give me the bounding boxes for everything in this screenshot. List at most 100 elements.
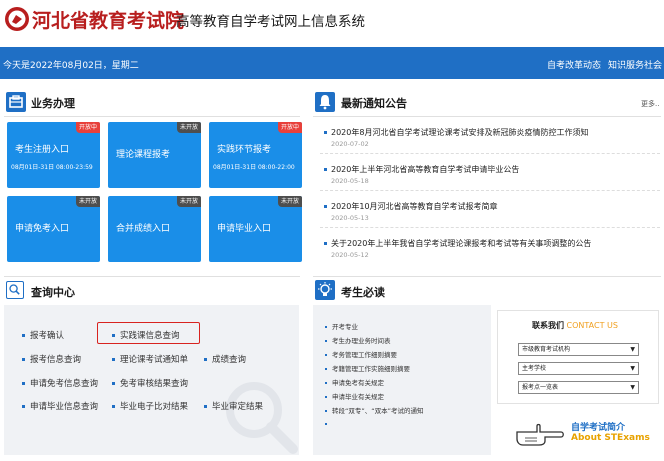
exam-link[interactable]: 转段“双专”、“双本”考试的通知 [325,405,423,415]
tile-label: 申请毕业入口 [217,224,272,234]
exam-authority-select[interactable]: 市级教育考试机构 ▼ [518,343,639,356]
notice-bullet [324,131,327,134]
query-link-label: 毕业电子比对结果 [120,402,189,412]
bullet [22,382,25,385]
magnifier-icon [6,281,24,299]
bullet [325,382,327,384]
pointing-hand-icon[interactable] [515,414,567,448]
bullet [325,354,327,356]
lightbulb-icon [315,280,335,300]
nav-link-knowledge-service[interactable]: 知识服务社会 [608,58,662,71]
exam-link[interactable] [325,420,332,428]
tile-label: 合并成绩入口 [116,224,171,234]
intro-link-en[interactable]: About STExams [571,433,650,443]
nav-link-reform-news[interactable]: 自考改革动态 [547,58,601,71]
bullet [325,410,327,412]
tile-graduation-application[interactable]: 未开放 申请毕业入口 [209,196,302,262]
exam-top-divider [313,276,661,277]
query-link-label: 报考确认 [30,331,65,341]
query-link-registration-confirm[interactable]: 报考确认 [22,329,64,341]
notice-link[interactable]: 2020年上半年河北省高等教育自学考试申请毕业公告 [331,164,519,175]
query-link-registration-info[interactable]: 报考信息查询 [22,353,81,365]
status-badge: 未开放 [76,196,100,207]
status-badge: 未开放 [278,196,302,207]
query-link-label: 免考审核结果查询 [120,379,189,389]
notice-separator [320,153,660,154]
tile-score-merge[interactable]: 未开放 合并成绩入口 [108,196,201,262]
exam-link-label: 考生办理业务时间表 [332,337,391,345]
notice-link[interactable]: 关于2020年上半年我省自学考试理论课报考和考试等有关事项调整的公告 [331,238,591,249]
registration-site-select[interactable]: 报考点一览表 ▼ [518,381,639,394]
org-name: 河北省教育考试院 [32,10,185,32]
notice-date: 2020-05-18 [331,177,369,185]
select-value: 市级教育考试机构 [522,346,571,353]
exam-authority-logo-icon [5,7,29,31]
business-section-icon [6,92,26,112]
query-link-exemption-info[interactable]: 申请免考信息查询 [22,377,98,389]
exam-link-label: 申请免考有关规定 [332,379,384,387]
chevron-down-icon: ▼ [630,346,635,353]
notice-separator [320,227,660,228]
tile-theory-course-registration[interactable]: 未开放 理论课程报考 [108,122,201,188]
exam-link[interactable]: 考务管理工作细则摘要 [325,349,397,359]
query-link-score[interactable]: 成绩查询 [204,353,246,365]
chevron-down-icon: ▼ [630,365,635,372]
status-badge: 开放中 [76,122,100,133]
tile-date: 08月01日-31日 08:00-22:00 [213,164,295,171]
notice-bullet [324,168,327,171]
query-link-label: 毕业审定结果 [212,402,264,412]
exam-link-label: 考籍管理工作实施细则摘要 [332,365,410,373]
notices-more-link[interactable]: 更多.. [641,99,659,109]
exam-link[interactable]: 申请免考有关规定 [325,377,384,387]
bullet [325,396,327,398]
query-top-divider [4,276,300,277]
bullet [22,334,25,337]
query-link-graduation-compare[interactable]: 毕业电子比对结果 [112,400,188,412]
query-link-theory-exam-notice[interactable]: 理论课考试通知单 [112,353,188,365]
notice-date: 2020-05-13 [331,214,369,222]
query-link-exemption-result[interactable]: 免考审核结果查询 [112,377,188,389]
tile-candidate-registration[interactable]: 开放中 考生注册入口 08月01日-31日 08:00-23:59 [7,122,100,188]
tile-date: 08月01日-31日 08:00-23:59 [11,164,93,171]
business-divider [4,116,300,117]
exam-link-label: 转段“双专”、“双本”考试的通知 [332,407,424,415]
exam-link[interactable]: 考籍管理工作实施细则摘要 [325,363,410,373]
tile-label: 实践环节报考 [217,145,272,155]
highlight-box [97,322,200,344]
notice-separator [320,190,660,191]
bell-icon [315,92,335,112]
query-section-title: 查询中心 [31,286,75,299]
exam-link-label: 开考专业 [332,323,358,331]
exam-link[interactable]: 申请毕业有关规定 [325,391,384,401]
host-school-select[interactable]: 主考学校 ▼ [518,362,639,375]
business-section-title: 业务办理 [31,97,75,110]
contact-title-cn: 联系我们 [532,321,564,330]
bullet [112,405,115,408]
query-link-label: 申请毕业信息查询 [30,402,99,412]
exam-link-label: 考务管理工作细则摘要 [332,351,397,359]
tile-practice-registration[interactable]: 开放中 实践环节报考 08月01日-31日 08:00-22:00 [209,122,302,188]
tile-label: 申请免考入口 [15,224,70,234]
bullet [22,358,25,361]
notice-bullet [324,242,327,245]
exam-section-title: 考生必读 [341,286,385,299]
bullet [112,358,115,361]
notice-date: 2020-07-02 [331,140,369,148]
exam-link[interactable]: 考生办理业务时间表 [325,335,391,345]
select-value: 报考点一览表 [522,384,559,391]
query-link-graduation-result[interactable]: 毕业审定结果 [204,400,263,412]
notice-link[interactable]: 2020年8月河北省自学考试理论课考试安排及新冠肺炎疫情防控工作须知 [331,127,588,138]
notice-link[interactable]: 2020年10月河北省高等教育自学考试报考简章 [331,201,498,212]
query-link-label: 报考信息查询 [30,355,82,365]
query-link-label: 成绩查询 [212,355,247,365]
notice-date: 2020-05-12 [331,251,369,259]
bullet [325,326,327,328]
query-link-graduation-info[interactable]: 申请毕业信息查询 [22,400,98,412]
notices-divider [313,116,661,117]
bullet [325,340,327,342]
exam-link[interactable]: 开考专业 [325,321,358,331]
current-date: 今天是2022年08月02日，星期二 [3,61,139,71]
intro-link-cn[interactable]: 自学考试简介 [571,420,625,433]
tile-exemption-application[interactable]: 未开放 申请免考入口 [7,196,100,262]
bullet [204,405,207,408]
